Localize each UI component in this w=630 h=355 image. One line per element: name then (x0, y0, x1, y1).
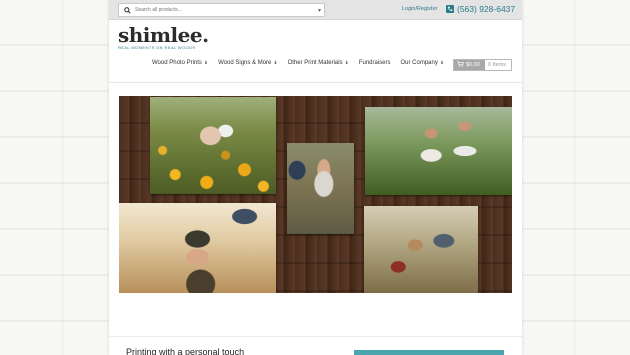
logo-wordmark: shimlee. (118, 23, 209, 47)
header-divider (109, 82, 522, 83)
photo-toddler-held-hands (119, 203, 276, 293)
phone-contact[interactable]: (563) 928-6437 (446, 4, 515, 14)
cart-amount: $0.00 (454, 60, 485, 70)
photo-family-walking (364, 206, 478, 293)
phone-number: (563) 928-6437 (457, 4, 516, 14)
phone-icon (446, 5, 454, 13)
photo-kids-in-field (365, 107, 512, 195)
double-chevron-down-icon: ↡ (273, 60, 278, 66)
search-icon[interactable] (121, 4, 133, 16)
cart-item-count: 0 Items (488, 62, 507, 68)
main-nav: Wood Photo Prints ↡ Wood Signs & More ↡ … (147, 60, 449, 66)
nav-item-fundraisers[interactable]: Fundraisers (354, 60, 396, 66)
hero-collage[interactable] (119, 96, 512, 293)
nav-item-label: Wood Signs & More (218, 60, 272, 66)
cart-total: $0.00 (466, 62, 480, 68)
nav-item-wood-photo-prints[interactable]: Wood Photo Prints ↡ (147, 60, 213, 66)
nav-item-other-print-materials[interactable]: Other Print Materials ↡ (283, 60, 354, 66)
cta-button[interactable] (354, 350, 504, 355)
cart-button[interactable]: $0.00 0 Items (453, 59, 512, 71)
cart-icon (457, 61, 464, 69)
intro-heading: Printing with a personal touch (126, 347, 245, 355)
top-bar: ▾ Login/Register (563) 928-6437 (109, 0, 522, 20)
nav-item-our-company[interactable]: Our Company ↡ (396, 60, 450, 66)
double-chevron-down-icon: ↡ (203, 60, 209, 66)
photo-toddler-standing (287, 143, 354, 234)
page-container: ▾ Login/Register (563) 928-6437 shimlee.… (109, 0, 522, 355)
chevron-down-icon[interactable]: ▾ (318, 7, 321, 14)
search-input[interactable] (133, 4, 313, 16)
photo-sunflower-family (150, 97, 276, 194)
nav-item-wood-signs[interactable]: Wood Signs & More ↡ (213, 60, 282, 66)
nav-item-label: Other Print Materials (287, 60, 343, 66)
double-chevron-down-icon: ↡ (344, 60, 349, 66)
logo[interactable]: shimlee. REAL MOMENTS ON REAL WOOD® (118, 25, 209, 50)
logo-tagline: REAL MOMENTS ON REAL WOOD® (118, 45, 196, 50)
nav-item-label: Our Company (400, 60, 438, 66)
double-chevron-down-icon: ↡ (439, 60, 445, 66)
nav-item-label: Fundraisers (358, 60, 391, 66)
login-register-link[interactable]: Login/Register (402, 6, 437, 12)
search-box[interactable]: ▾ (118, 3, 325, 17)
nav-item-label: Wood Photo Prints (152, 60, 202, 66)
